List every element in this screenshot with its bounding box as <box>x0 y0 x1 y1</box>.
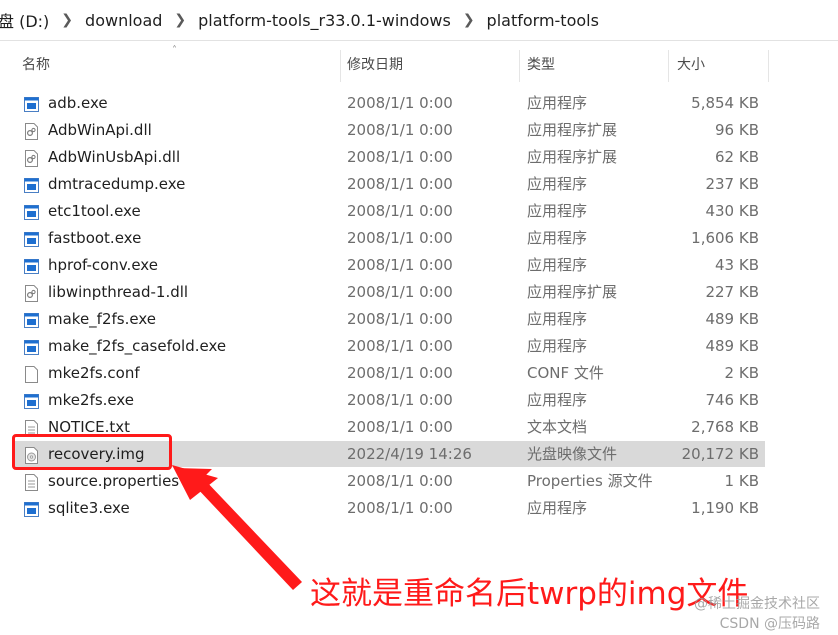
watermark: @稀土掘金技术社区 CSDN @压码路 <box>694 594 820 634</box>
watermark-line-1: @稀土掘金技术社区 <box>694 596 820 612</box>
annotation-arrow <box>172 465 302 590</box>
annotation-text: 这就是重命名后twrp的img文件 <box>310 576 749 612</box>
watermark-line-2: CSDN @压码路 <box>719 616 820 632</box>
